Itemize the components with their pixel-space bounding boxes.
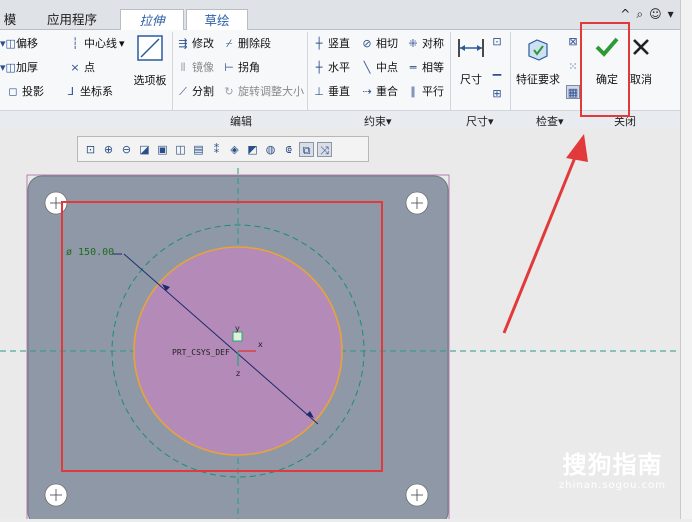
centerline-button[interactable]: ┆ 中心线 ▾ — [68, 35, 125, 53]
dimension-button[interactable]: 尺寸 — [454, 36, 488, 87]
tangent-icon: ⊘ — [362, 37, 372, 50]
point-icon: × — [70, 61, 80, 74]
sketch-highlight-box — [61, 201, 383, 472]
arrow-annotation — [502, 134, 588, 334]
coordinate-system-icon: ⅃ — [67, 85, 75, 98]
vertical-icon: ┼ — [315, 37, 323, 50]
divide-button[interactable]: ⟋ 分割 — [176, 83, 214, 101]
display-style-icon[interactable]: ▣ — [155, 142, 170, 157]
inspect-group-label[interactable]: 检查▾ — [536, 113, 564, 129]
tab-sketch[interactable]: 草绘 — [186, 9, 248, 30]
thicken-button[interactable]: ▾◫ 加厚 — [0, 59, 38, 77]
saved-views-icon[interactable]: ◫ — [173, 142, 188, 157]
zoom-in-icon[interactable]: ⊕ — [101, 142, 116, 157]
midpoint-icon: ╲ — [363, 61, 371, 74]
baseline-dimension-icon[interactable]: ⊡ — [490, 33, 504, 51]
corner-icon: ⊢ — [224, 61, 234, 74]
datum-display-icon[interactable]: ⁑ — [209, 142, 224, 157]
watermark: 搜狗指南 zhinan.sogou.com — [559, 445, 666, 491]
tab-applications[interactable]: 应用程序 — [28, 9, 116, 30]
chevron-down-icon: ▾ — [119, 37, 125, 50]
overlap-check-icon[interactable]: ⊠ — [566, 33, 580, 51]
dimension-icon — [458, 39, 484, 57]
palette-icon — [137, 35, 163, 61]
delete-segment-button[interactable]: ⌿ 删除段 — [222, 35, 271, 53]
edit-group-label[interactable]: 编辑 — [230, 113, 252, 129]
offset-icon: ▾◫ — [0, 37, 16, 50]
annotation-display-icon[interactable]: ◈ — [227, 142, 242, 157]
sketcher-display-icon[interactable]: ⧉ — [299, 141, 314, 157]
coincident-icon: ⇢ — [362, 85, 372, 98]
horizontal-icon: ┼ — [315, 61, 323, 74]
shade-closed-loops-icon[interactable]: ▦ — [566, 83, 580, 101]
palette-button[interactable]: 选项板 — [132, 35, 168, 88]
delete-segment-icon: ⌿ — [225, 37, 233, 50]
midpoint-constraint-button[interactable]: ╲ 中点 — [360, 59, 398, 77]
divide-icon: ⟋ — [179, 85, 187, 98]
centerline-icon: ┆ — [71, 37, 79, 50]
point-button[interactable]: × 点 — [68, 59, 95, 77]
symmetric-icon: ⁜ — [408, 37, 418, 50]
horizontal-constraint-button[interactable]: ┼ 水平 — [312, 59, 350, 77]
equal-icon: ═ — [409, 61, 417, 74]
coordinate-system-button[interactable]: ⅃ 坐标系 — [64, 83, 113, 101]
coincident-constraint-button[interactable]: ⇢ 重合 — [360, 83, 398, 101]
constrain-group-label[interactable]: 约束▾ — [364, 113, 392, 129]
modify-button[interactable]: ⇶ 修改 — [176, 35, 214, 53]
sketch-view-icon[interactable]: ⟃ — [281, 142, 296, 157]
dimension-group-label[interactable]: 尺寸▾ — [466, 113, 494, 129]
tangent-constraint-button[interactable]: ⊘ 相切 — [360, 35, 398, 53]
repaint-icon[interactable]: ◪ — [137, 142, 152, 157]
feature-requirements-icon — [528, 39, 548, 61]
parallel-constraint-button[interactable]: ∥ 平行 — [406, 83, 444, 101]
view-manager-icon[interactable]: ▤ — [191, 142, 206, 157]
search-icon[interactable]: ⌕ — [636, 7, 643, 22]
highlight-open-ends-icon[interactable]: ⁙ — [566, 58, 580, 76]
symmetric-constraint-button[interactable]: ⁜ 对称 — [406, 35, 444, 53]
tab-extrude[interactable]: 拉伸 — [120, 9, 184, 30]
reference-dimension-icon[interactable]: ⊞ — [490, 85, 504, 103]
perimeter-dimension-icon[interactable]: ▁ — [490, 61, 504, 79]
rotate-resize-button[interactable]: ↻ 旋转调整大小 — [222, 83, 304, 101]
constraint-display-icon[interactable]: ⤨ — [317, 141, 332, 157]
watermark-url: zhinan.sogou.com — [558, 480, 666, 491]
zoom-out-icon[interactable]: ⊖ — [119, 142, 134, 157]
dropdown-icon[interactable]: ▾ — [668, 7, 674, 22]
modify-icon: ⇶ — [178, 37, 188, 50]
close-icon — [633, 39, 649, 55]
corner-button[interactable]: ⊢ 拐角 — [222, 59, 260, 77]
equal-constraint-button[interactable]: ═ 相等 — [406, 59, 444, 77]
refit-icon[interactable]: ⊡ — [83, 142, 98, 157]
user-icon[interactable]: ☺ — [649, 7, 662, 22]
watermark-logo: 搜狗指南 — [562, 451, 663, 479]
project-button[interactable]: ◻ 投影 — [6, 83, 44, 101]
vertical-constraint-button[interactable]: ┼ 竖直 — [312, 35, 350, 53]
parallel-icon: ∥ — [410, 85, 416, 98]
view-toolbar: ⊡ ⊕ ⊖ ◪ ▣ ◫ ▤ ⁑ ◈ ◩ ◍ ⟃ ⧉ ⤨ — [77, 136, 369, 162]
spin-center-icon[interactable]: ◩ — [245, 142, 260, 157]
mirror-button[interactable]: ⫴ 镜像 — [176, 59, 214, 77]
perpendicular-icon: ⊥ — [314, 85, 324, 98]
thicken-icon: ▾◫ — [0, 61, 16, 74]
minimize-ribbon-icon[interactable]: ^ — [620, 7, 630, 22]
perpendicular-constraint-button[interactable]: ⊥ 垂直 — [312, 83, 350, 101]
offset-button[interactable]: ▾◫ 偏移 — [0, 35, 38, 53]
rotate-icon: ↻ — [224, 85, 234, 98]
tab-model[interactable]: 模 — [0, 9, 20, 30]
appearance-icon[interactable]: ◍ — [263, 142, 278, 157]
mirror-icon: ⫴ — [180, 61, 186, 74]
tab-bar-icons: ^ ⌕ ☺ ▾ ? — [620, 7, 686, 22]
feature-requirements-button[interactable]: 特征要求 — [514, 36, 562, 87]
project-icon: ◻ — [8, 85, 18, 98]
vertical-scrollbar[interactable] — [680, 0, 692, 519]
ok-highlight-box — [580, 22, 630, 117]
